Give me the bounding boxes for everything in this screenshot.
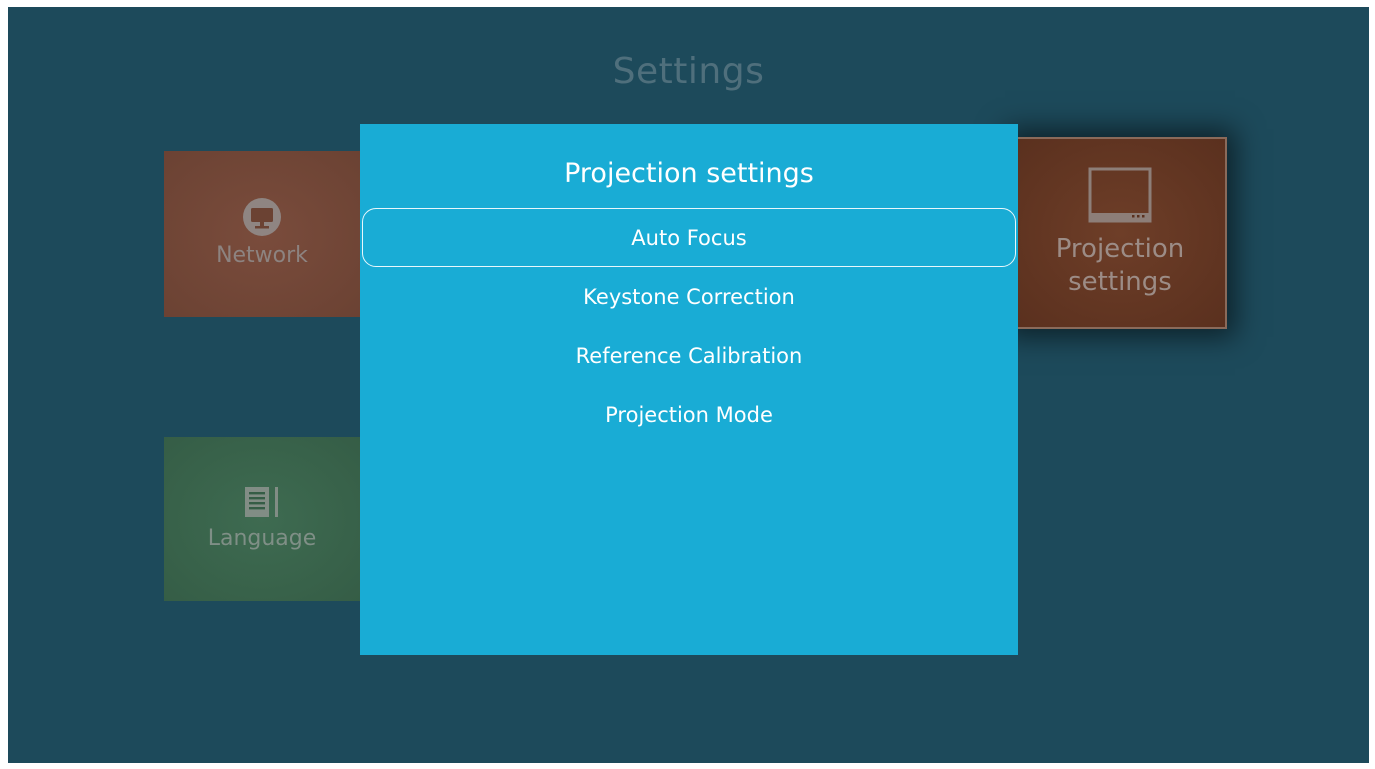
projection-settings-tile[interactable]: Projection settings bbox=[1013, 137, 1227, 329]
projection-settings-dialog: Projection settings Auto Focus Keystone … bbox=[360, 124, 1018, 655]
document-icon bbox=[242, 484, 282, 524]
projection-menu: Auto Focus Keystone Correction Reference… bbox=[362, 208, 1016, 444]
projector-screen-icon bbox=[1088, 167, 1152, 227]
menu-item-reference-calibration[interactable]: Reference Calibration bbox=[362, 326, 1016, 385]
projection-settings-label: Projection settings bbox=[1056, 233, 1185, 299]
network-tile[interactable]: Network bbox=[164, 151, 360, 317]
network-label: Network bbox=[216, 243, 308, 268]
dialog-title: Projection settings bbox=[564, 158, 814, 189]
projection-label-line1: Projection bbox=[1055, 234, 1185, 264]
page-title: Settings bbox=[612, 51, 765, 92]
language-tile[interactable]: Language bbox=[164, 437, 360, 601]
menu-item-keystone-correction[interactable]: Keystone Correction bbox=[362, 267, 1016, 326]
settings-screen: Settings Network Language Projection set… bbox=[8, 7, 1369, 763]
menu-item-auto-focus[interactable]: Auto Focus bbox=[362, 208, 1016, 267]
projection-label-line2: settings bbox=[1068, 267, 1172, 297]
language-label: Language bbox=[207, 526, 317, 551]
menu-item-projection-mode[interactable]: Projection Mode bbox=[362, 385, 1016, 444]
monitor-icon bbox=[242, 197, 282, 241]
